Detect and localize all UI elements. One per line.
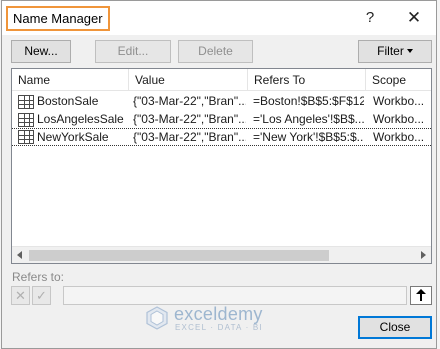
row-scope: Workbo... (373, 130, 425, 144)
new-button-label: New... (24, 44, 58, 58)
refers-to-label: Refers to: (12, 270, 65, 284)
row-scope: Workbo... (373, 94, 425, 108)
row-value: {"03-Mar-22","Bran"... (133, 130, 246, 144)
row-refers-to: ='Los Angeles'!$B$... (253, 112, 364, 126)
scroll-right-icon[interactable] (421, 251, 426, 259)
delete-button[interactable]: Delete (178, 40, 253, 63)
named-range-icon (18, 95, 34, 109)
named-range-icon (18, 113, 34, 127)
collapse-dialog-button[interactable] (410, 286, 432, 305)
row-value: {"03-Mar-22","Bran"... (133, 112, 246, 126)
row-name: BostonSale (37, 94, 99, 108)
cancel-edit-button[interactable]: ✕ (11, 286, 30, 305)
filter-button[interactable]: Filter (358, 40, 432, 63)
close-button[interactable]: Close (358, 316, 432, 339)
column-header-refers-to[interactable]: Refers To (248, 69, 366, 91)
title-bar: Name Manager ? ✕ (2, 1, 436, 35)
exceldemy-watermark: exceldemy EXCEL · DATA · BI (146, 304, 306, 334)
table-row[interactable]: LosAngelesSale {"03-Mar-22","Bran"... ='… (12, 111, 431, 129)
confirm-edit-button[interactable]: ✓ (32, 286, 51, 305)
row-refers-to: ='New York'!$B$5:$... (253, 130, 364, 144)
scrollbar-thumb[interactable] (29, 250, 329, 261)
row-scope: Workbo... (373, 112, 425, 126)
list-header: Name Value Refers To Scope (12, 69, 431, 91)
watermark-tagline: EXCEL · DATA · BI (175, 323, 263, 332)
row-value: {"03-Mar-22","Bran"... (133, 94, 246, 108)
delete-button-label: Delete (198, 44, 233, 58)
table-row-selected[interactable]: NewYorkSale {"03-Mar-22","Bran"... ='New… (12, 128, 431, 146)
close-dialog-button[interactable]: ✕ (400, 7, 428, 29)
name-manager-dialog: Name Manager ? ✕ New... Edit... Delete F… (1, 0, 437, 349)
edit-button-label: Edit... (117, 44, 149, 58)
column-header-name[interactable]: Name (12, 69, 129, 91)
column-header-scope[interactable]: Scope (366, 69, 431, 91)
exceldemy-logo-icon (146, 306, 168, 330)
scroll-left-icon[interactable] (17, 251, 22, 259)
row-name: LosAngelesSale (37, 112, 124, 126)
horizontal-scrollbar[interactable] (12, 246, 431, 263)
column-header-value[interactable]: Value (129, 69, 248, 91)
refers-to-field[interactable] (63, 286, 407, 305)
table-row[interactable]: BostonSale {"03-Mar-22","Bran"... =Bosto… (12, 93, 431, 111)
arrow-up-icon-shaft (420, 293, 422, 301)
row-name: NewYorkSale (37, 130, 109, 144)
named-range-icon (18, 130, 34, 144)
chevron-down-icon (406, 49, 413, 53)
edit-button[interactable]: Edit... (95, 40, 171, 63)
help-button[interactable]: ? (358, 7, 382, 29)
names-list[interactable]: Name Value Refers To Scope BostonSale {"… (11, 68, 432, 264)
watermark-name: exceldemy (174, 304, 263, 324)
filter-button-label: Filter (377, 44, 404, 58)
dialog-title: Name Manager (6, 6, 110, 31)
row-refers-to: =Boston!$B$5:$F$12 (253, 94, 364, 108)
new-button[interactable]: New... (11, 40, 71, 63)
close-button-label: Close (379, 320, 411, 334)
